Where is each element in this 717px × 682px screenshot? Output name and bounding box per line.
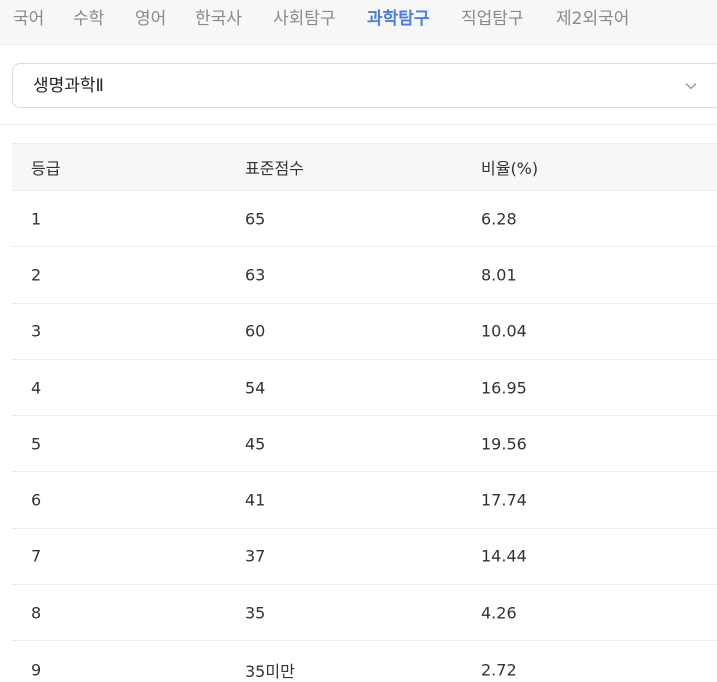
- cell-standard-score: 35미만: [245, 661, 295, 681]
- cell-ratio: 8.01: [481, 265, 517, 285]
- table-row: 2 63 8.01: [12, 247, 717, 304]
- subject-tab-bar: 국어 수학 영어 한국사 사회탐구 과학탐구 직업탐구 제2외국어: [0, 0, 717, 45]
- header-ratio: 비율(%): [481, 159, 539, 178]
- table-row: 5 45 19.56: [12, 416, 717, 473]
- cell-standard-score: 45: [245, 434, 266, 454]
- cell-standard-score: 60: [245, 321, 266, 341]
- cell-standard-score: 63: [245, 265, 266, 285]
- table-row: 8 35 4.26: [12, 585, 717, 642]
- header-standard-score: 표준점수: [245, 159, 304, 178]
- cell-ratio: 14.44: [481, 546, 527, 566]
- table-row: 4 54 16.95: [12, 360, 717, 417]
- subject-select[interactable]: 생명과학Ⅱ: [12, 63, 717, 108]
- tab-english[interactable]: 영어: [135, 8, 166, 30]
- cell-ratio: 2.72: [481, 660, 517, 680]
- cell-standard-score: 41: [245, 490, 266, 510]
- cell-ratio: 17.74: [481, 490, 527, 510]
- cell-grade: 9: [31, 660, 42, 680]
- cell-grade: 7: [31, 546, 42, 566]
- cell-grade: 1: [31, 209, 42, 229]
- cell-ratio: 10.04: [481, 321, 527, 341]
- cell-standard-score: 54: [245, 378, 266, 398]
- cell-grade: 8: [31, 603, 42, 623]
- header-grade: 등급: [31, 159, 61, 178]
- cell-grade: 5: [31, 434, 42, 454]
- cell-ratio: 6.28: [481, 209, 517, 229]
- table-row: 6 41 17.74: [12, 472, 717, 529]
- table-row: 9 35미만 2.72: [12, 641, 717, 682]
- cell-grade: 2: [31, 265, 42, 285]
- tab-korean-history[interactable]: 한국사: [195, 8, 242, 30]
- table-row: 1 65 6.28: [12, 191, 717, 248]
- subject-select-value: 생명과학Ⅱ: [33, 76, 104, 96]
- tab-korean[interactable]: 국어: [13, 8, 44, 30]
- cell-standard-score: 37: [245, 546, 266, 566]
- cell-grade: 6: [31, 490, 42, 510]
- cell-ratio: 16.95: [481, 378, 527, 398]
- cell-ratio: 4.26: [481, 603, 517, 623]
- chevron-down-icon: [685, 82, 697, 90]
- tab-social-studies[interactable]: 사회탐구: [273, 8, 336, 30]
- table-header: 등급 표준점수 비율(%): [12, 143, 717, 191]
- cell-standard-score: 65: [245, 209, 266, 229]
- cell-grade: 4: [31, 378, 42, 398]
- grade-cut-table: 등급 표준점수 비율(%) 1 65 6.28 2 63 8.01 3 60 10.04 4 54 1…: [12, 143, 717, 682]
- table-body: 1 65 6.28 2 63 8.01 3 60 10.04 4 54 16.95 5 45 19.56 6 4…: [12, 191, 717, 682]
- cell-ratio: 19.56: [481, 434, 527, 454]
- section-divider: [0, 124, 717, 125]
- table-row: 3 60 10.04: [12, 304, 717, 360]
- tab-vocational[interactable]: 직업탐구: [461, 8, 524, 30]
- tab-science[interactable]: 과학탐구: [367, 8, 430, 30]
- tab-second-foreign-language[interactable]: 제2외국어: [556, 8, 629, 30]
- tab-math[interactable]: 수학: [73, 8, 104, 30]
- cell-standard-score: 35: [245, 603, 266, 623]
- table-row: 7 37 14.44: [12, 529, 717, 586]
- cell-grade: 3: [31, 321, 42, 341]
